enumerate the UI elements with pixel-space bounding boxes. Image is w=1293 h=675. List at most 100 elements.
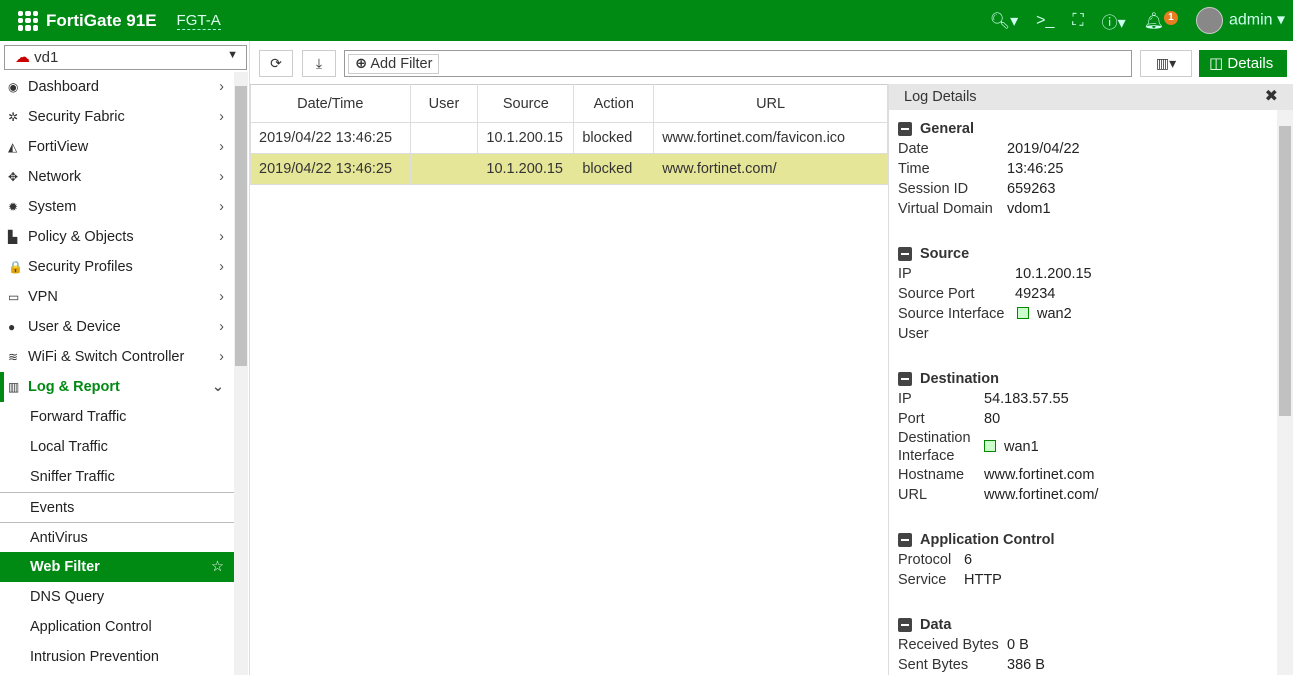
nav-sub-web-filter[interactable]: Web Filter ☆ xyxy=(0,552,234,582)
field-label: Hostname xyxy=(898,467,965,483)
nav-item-policy-objects[interactable]: ▙ Policy & Objects › xyxy=(0,222,234,252)
nav-label: Security Profiles xyxy=(28,259,133,275)
refresh-icon: ⟳ xyxy=(270,55,282,71)
column-header[interactable]: Date/Time xyxy=(250,84,411,123)
username: admin xyxy=(1228,11,1273,29)
nav-label: Events xyxy=(30,499,75,516)
nav-item-security-fabric[interactable]: ✲ Security Fabric › xyxy=(0,102,234,132)
table-cell xyxy=(409,153,479,185)
chevron-right-icon: › xyxy=(219,349,224,365)
field-label: Source Port xyxy=(898,286,975,302)
column-header[interactable]: Action xyxy=(573,84,655,123)
field-label: IP xyxy=(898,266,912,282)
field-label: Session ID xyxy=(898,181,969,197)
section-application-control[interactable]: Application Control xyxy=(898,530,1277,550)
field-value: vdom1 xyxy=(1007,201,1051,217)
nav-sub-local-traffic[interactable]: Local Traffic xyxy=(0,432,234,462)
nav-sub-events[interactable]: Events xyxy=(0,492,234,522)
column-header[interactable]: URL xyxy=(653,84,888,123)
sidebar-scrollbar[interactable] xyxy=(234,72,248,675)
nav-sub-forward-traffic[interactable]: Forward Traffic xyxy=(0,402,234,432)
table-row[interactable]: 2019/04/22 13:46:25 10.1.200.15 blocked www… xyxy=(250,153,888,185)
add-filter-label: Add Filter xyxy=(370,56,433,72)
table-cell xyxy=(409,122,479,154)
section-title: Source xyxy=(920,246,970,262)
nav-label: VPN xyxy=(28,289,58,305)
details-scrollbar[interactable] xyxy=(1277,110,1293,675)
field-label: Received Bytes xyxy=(898,637,999,653)
nav-item-network[interactable]: ✥ Network › xyxy=(0,162,234,192)
field-label: Service xyxy=(898,572,947,588)
section-title: Data xyxy=(920,617,952,633)
refresh-button[interactable]: ⟳ xyxy=(259,50,293,77)
user-menu[interactable]: admin ▾ xyxy=(1195,7,1285,34)
log-details-panel: Log Details ✖ General Date 2019/04/22 Time… xyxy=(888,84,1293,675)
nav-sub-dns-query[interactable]: DNS Query xyxy=(0,582,234,612)
chevron-right-icon: › xyxy=(219,109,224,125)
download-button[interactable]: ⤓ xyxy=(302,50,336,77)
section-source[interactable]: Source xyxy=(898,244,1277,264)
close-icon[interactable]: ✖ xyxy=(1265,84,1278,110)
chevron-right-icon: › xyxy=(219,169,224,185)
add-filter-button[interactable]: ⊕ Add Filter xyxy=(348,54,440,74)
chart-icon: ◭ xyxy=(8,140,18,154)
hostname-link[interactable]: FGT-A xyxy=(176,12,221,30)
column-settings-button[interactable]: ▥▾ xyxy=(1140,50,1192,77)
nav-item-user-device[interactable]: ● User & Device › xyxy=(0,312,234,342)
chevron-right-icon: › xyxy=(219,199,224,215)
nav-item-wifi-switch-controller[interactable]: ≋ WiFi & Switch Controller › xyxy=(0,342,234,372)
nav-sub-antivirus[interactable]: AntiVirus xyxy=(0,522,234,552)
table-row[interactable]: 2019/04/22 13:46:25 10.1.200.15 blocked www… xyxy=(250,122,888,154)
chevron-down-icon: ▼ xyxy=(227,49,238,61)
bell-icon: 🔔︎ xyxy=(1143,12,1164,30)
field-label: Destination xyxy=(898,430,971,446)
user-icon: ● xyxy=(8,320,16,334)
chevron-right-icon: › xyxy=(219,289,224,305)
field-label: Source Interface xyxy=(898,306,1005,322)
nav-label: Sniffer Traffic xyxy=(30,469,115,485)
fabric-icon: ✲ xyxy=(8,110,19,124)
laptop-icon: ▭ xyxy=(8,290,20,304)
section-data[interactable]: Data xyxy=(898,615,1277,635)
table-cell: www.fortinet.com/favicon.ico xyxy=(653,122,888,154)
details-button[interactable]: ◫ Details xyxy=(1199,50,1287,77)
table-cell: 2019/04/22 13:46:25 xyxy=(250,122,411,154)
nav-item-vpn[interactable]: ▭ VPN › xyxy=(0,282,234,312)
nav-item-system[interactable]: ✹ System › xyxy=(0,192,234,222)
table-cell: 10.1.200.15 xyxy=(477,122,575,154)
help-icon[interactable]: ⓘ▾ xyxy=(1102,9,1126,33)
table-cell: blocked xyxy=(573,153,655,185)
section-destination[interactable]: Destination xyxy=(898,369,1277,389)
nav-sub-intrusion-prevention[interactable]: Intrusion Prevention xyxy=(0,642,234,672)
panel-title: Log Details xyxy=(904,89,977,105)
field-value: 659263 xyxy=(1007,181,1056,197)
nav-item-security-profiles[interactable]: 🔒 Security Profiles › xyxy=(0,252,234,282)
nav-item-log-report[interactable]: ▥ Log & Report ⌄ xyxy=(0,372,234,402)
column-header[interactable]: User xyxy=(409,84,479,123)
vdom-select[interactable]: ☁ vd1 ▼ xyxy=(4,45,247,70)
table-cell: blocked xyxy=(573,122,655,154)
nav-label: Intrusion Prevention xyxy=(30,649,159,665)
filter-input[interactable]: ⊕ Add Filter xyxy=(344,50,1132,77)
star-icon[interactable]: ☆ xyxy=(211,559,224,575)
cloud-icon: ☁ xyxy=(15,49,30,66)
search-icon[interactable]: 🔍︎▾ xyxy=(990,11,1018,31)
fullscreen-icon[interactable]: ⛶ xyxy=(1072,12,1083,30)
download-icon: ⤓ xyxy=(315,55,323,71)
section-general[interactable]: General xyxy=(898,119,1277,139)
collapse-icon xyxy=(898,618,912,632)
cli-console-icon[interactable]: >_ xyxy=(1036,12,1054,30)
field-label: IP xyxy=(898,391,912,407)
field-label: Interface xyxy=(898,448,955,464)
nav-sub-sniffer-traffic[interactable]: Sniffer Traffic xyxy=(0,462,234,492)
gear-icon: ✹ xyxy=(8,200,19,214)
nav-sub-application-control[interactable]: Application Control xyxy=(0,612,234,642)
nav-item-dashboard[interactable]: ◉ Dashboard › xyxy=(0,72,234,102)
interface-icon xyxy=(1017,307,1029,319)
nav-label: Web Filter xyxy=(30,559,100,575)
column-header[interactable]: Source xyxy=(477,84,575,123)
nav-label: Network xyxy=(28,169,82,185)
nav-item-fortiview[interactable]: ◭ FortiView › xyxy=(0,132,234,162)
notification-badge: 1 xyxy=(1163,10,1178,25)
notifications-button[interactable]: 🔔︎ 1 xyxy=(1143,10,1178,31)
